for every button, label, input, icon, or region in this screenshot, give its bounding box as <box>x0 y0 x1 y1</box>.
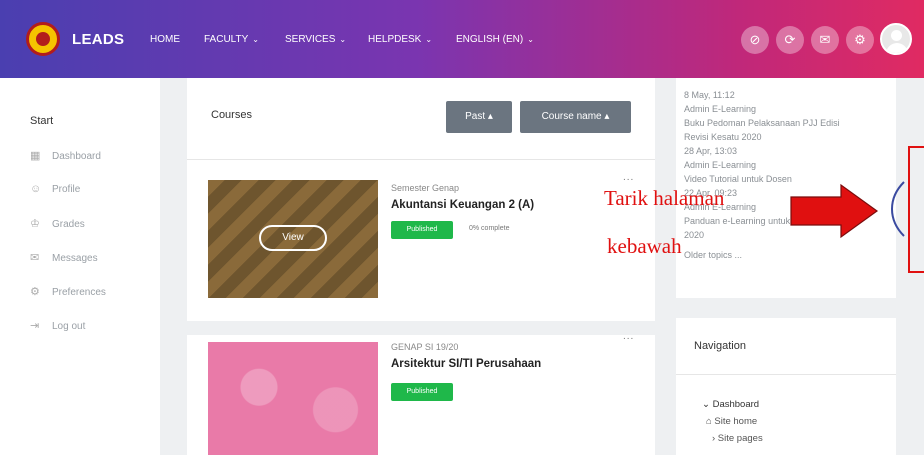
scroll-hint-shape <box>891 181 905 237</box>
course-name-link[interactable]: Akuntansi Keuangan 2 (A) <box>391 199 534 211</box>
course-category: GENAP SI 19/20 <box>391 342 459 352</box>
card-gap <box>187 321 655 335</box>
chevron-down-icon: ⌄ <box>252 35 259 44</box>
course-menu-icon[interactable]: ... <box>623 172 634 183</box>
older-topics-link[interactable]: Older topics ... <box>684 250 742 260</box>
divider <box>187 159 655 160</box>
course-name-link[interactable]: Arsitektur SI/TI Perusahaan <box>391 358 541 370</box>
sidebar: Start ▦ Dashboard ☺ Profile ♔ Grades ✉ Messa… <box>0 78 160 455</box>
news-date: 28 Apr, 13:03 <box>684 146 738 156</box>
news-link[interactable]: Revisi Kesatu 2020 <box>684 132 762 142</box>
status-badge: Published <box>391 383 453 401</box>
course-category: Semester Genap <box>391 183 460 193</box>
news-link[interactable]: Buku Pedoman Pelaksanaan PJJ Edisi <box>684 118 840 128</box>
chevron-down-icon: ⌄ <box>339 35 347 44</box>
news-date: 8 May, 11:12 <box>684 90 735 100</box>
news-author: Admin E-Learning <box>684 104 757 114</box>
nav-services[interactable]: SERVICES ⌄ <box>285 34 346 45</box>
navigation-block: Navigation ⌄ Dashboard ⌂ Site home › Sit… <box>676 318 896 455</box>
dashboard-icon: ▦ <box>30 150 41 162</box>
nav-helpdesk[interactable]: HELPDESK ⌄ <box>368 34 432 45</box>
university-logo[interactable] <box>26 22 60 56</box>
courses-panel: Courses Past ▴ Course name ▴ View Semest… <box>187 78 655 455</box>
sidebar-item-profile[interactable]: ☺ Profile <box>30 183 80 195</box>
news-author: Admin E-Learning <box>684 160 757 170</box>
course-menu-icon[interactable]: ... <box>623 331 634 342</box>
annotation-text: kebawah <box>607 234 682 258</box>
annotation-text: Tarik halaman <box>604 186 725 210</box>
grades-icon: ♔ <box>30 218 40 230</box>
nav-site-pages-link[interactable]: › Site pages <box>712 433 763 444</box>
sidebar-item-messages[interactable]: ✉ Messages <box>30 251 98 264</box>
nav-home[interactable]: HOME <box>150 34 180 45</box>
settings-icon[interactable]: ⚙ <box>846 26 874 54</box>
profile-icon: ☺ <box>30 183 42 195</box>
sidebar-item-preferences[interactable]: ⚙ Preferences <box>30 285 106 298</box>
chat-icon[interactable]: ✉ <box>811 26 839 54</box>
sidebar-item-dashboard[interactable]: ▦ Dashboard <box>30 149 101 162</box>
arrow-right-icon <box>790 183 879 239</box>
sidebar-item-logout[interactable]: ⇥ Log out <box>30 319 85 332</box>
user-avatar[interactable] <box>880 23 912 55</box>
status-badge: Published <box>391 221 453 239</box>
navigation-title: Navigation <box>694 340 746 352</box>
sort-course-name-button[interactable]: Course name ▴ <box>520 101 631 133</box>
view-course-button[interactable]: View <box>259 225 327 251</box>
highlight-box <box>908 146 924 273</box>
sidebar-title: Start <box>30 115 54 127</box>
filter-past-button[interactable]: Past ▴ <box>446 101 512 133</box>
chevron-down-icon: ⌄ <box>527 35 534 44</box>
nav-dashboard-link[interactable]: ⌄ Dashboard <box>702 399 759 410</box>
nav-faculty[interactable]: FACULTY ⌄ <box>204 34 259 45</box>
nav-site-home-link[interactable]: ⌂ Site home <box>706 416 757 427</box>
divider <box>676 374 896 375</box>
preferences-icon: ⚙ <box>30 286 40 298</box>
news-link[interactable]: Video Tutorial untuk Dosen <box>684 174 792 184</box>
sidebar-item-grades[interactable]: ♔ Grades <box>30 217 85 230</box>
refresh-icon[interactable]: ⟳ <box>776 26 804 54</box>
top-navbar: LEADS HOME FACULTY ⌄ SERVICES ⌄ HELPDESK ⌄ … <box>0 0 924 78</box>
courses-title: Courses <box>211 109 252 121</box>
messages-icon: ✉ <box>30 252 40 264</box>
chevron-down-icon: ⌄ <box>425 35 433 44</box>
course-image[interactable] <box>208 342 378 455</box>
nav-language[interactable]: ENGLISH (EN) ⌄ <box>456 34 534 45</box>
news-link[interactable]: 2020 <box>684 230 704 240</box>
eye-slash-icon[interactable]: ⊘ <box>741 26 769 54</box>
brand-name[interactable]: LEADS <box>72 31 124 48</box>
logout-icon: ⇥ <box>30 320 40 332</box>
progress-text: 0% complete <box>469 225 510 232</box>
